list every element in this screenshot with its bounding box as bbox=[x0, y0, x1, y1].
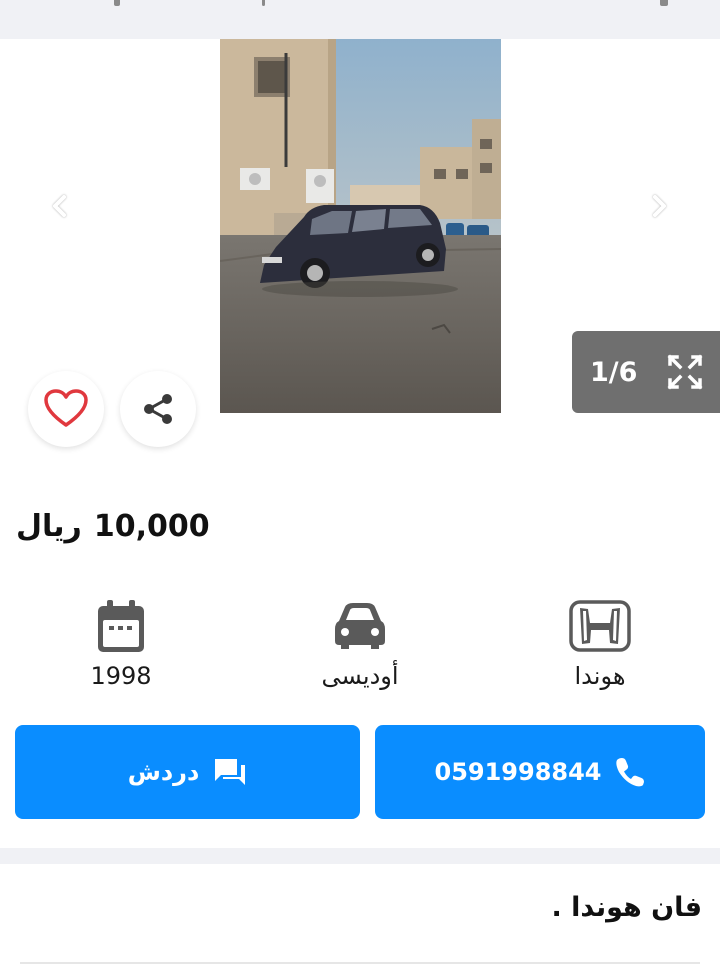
chat-button[interactable]: دردش bbox=[15, 725, 360, 819]
listing-photo[interactable] bbox=[220, 39, 501, 413]
top-header-strip bbox=[0, 0, 720, 39]
prev-image-button[interactable] bbox=[46, 191, 76, 221]
call-button[interactable]: 0591998844 bbox=[375, 725, 705, 819]
spec-make-value: هوندا bbox=[574, 662, 626, 690]
price-amount: 10,000 bbox=[93, 508, 210, 544]
chevron-left-icon bbox=[53, 195, 66, 217]
chat-icon bbox=[215, 759, 246, 785]
section-separator bbox=[0, 848, 720, 864]
chat-button-label: دردش bbox=[127, 758, 200, 786]
next-image-button[interactable] bbox=[643, 191, 673, 221]
header-text-fragment bbox=[114, 0, 120, 6]
share-button[interactable] bbox=[120, 371, 196, 447]
fullscreen-icon bbox=[667, 354, 703, 390]
car-icon bbox=[335, 603, 385, 649]
listing-description: فان هوندا . bbox=[551, 892, 702, 923]
phone-icon bbox=[615, 758, 644, 787]
header-text-fragment bbox=[262, 0, 265, 6]
spec-year: 1998 bbox=[41, 596, 201, 690]
image-gallery[interactable]: 1/6 bbox=[0, 39, 720, 447]
favorite-button[interactable] bbox=[28, 371, 104, 447]
spec-model-value: أوديسى bbox=[321, 662, 399, 690]
heart-icon bbox=[44, 389, 88, 427]
spec-make: هوندا bbox=[520, 596, 680, 690]
spec-year-value: 1998 bbox=[90, 662, 152, 690]
image-counter: 1/6 bbox=[590, 356, 638, 388]
honda-logo-icon bbox=[569, 600, 631, 652]
image-counter-fullscreen-button[interactable]: 1/6 bbox=[572, 331, 720, 413]
header-text-fragment bbox=[660, 0, 668, 6]
price-label: ريال 10,000 bbox=[16, 498, 210, 554]
price-currency: ريال bbox=[16, 508, 82, 544]
spec-model: أوديسى bbox=[280, 596, 440, 690]
calendar-icon bbox=[98, 600, 144, 652]
phone-number: 0591998844 bbox=[434, 758, 602, 786]
share-icon bbox=[144, 394, 172, 424]
chevron-right-icon bbox=[653, 195, 666, 217]
divider bbox=[20, 962, 700, 964]
